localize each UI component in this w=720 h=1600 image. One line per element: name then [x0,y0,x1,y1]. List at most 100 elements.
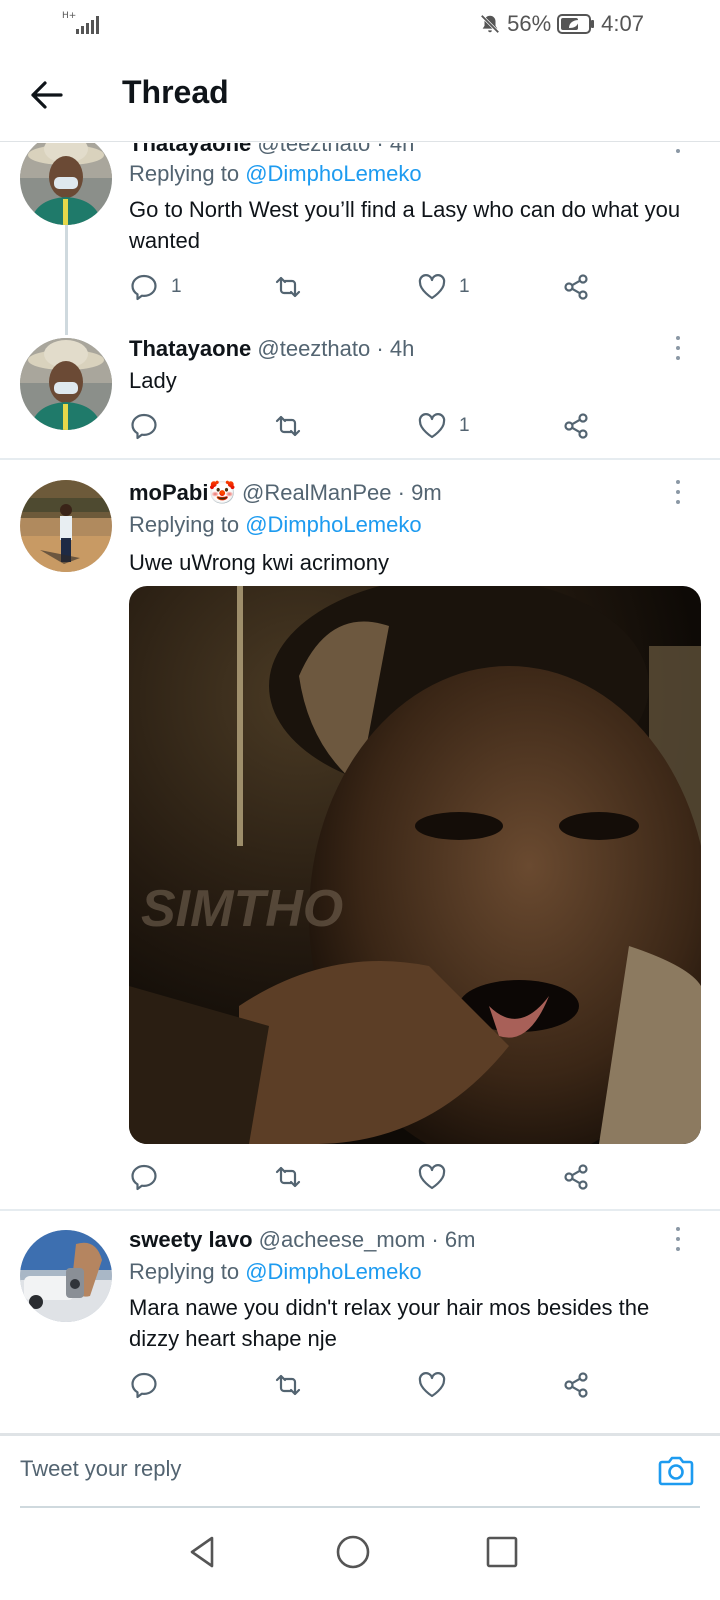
display-name[interactable]: Thatayaone [129,336,251,361]
status-bar: H+ 56% 4:07 [0,0,720,48]
more-options-icon[interactable] [672,143,684,153]
thread-header: Thread [0,48,720,142]
speech-bubble-icon [131,1372,157,1399]
reply-button[interactable]: 1 [129,270,182,304]
heart-icon [418,1164,446,1190]
reply-button[interactable] [129,1368,171,1402]
network-type: H+ [62,11,77,21]
share-icon [564,1164,588,1190]
more-options-icon[interactable] [672,336,684,360]
mention-link[interactable]: @DimphoLemeko [245,1259,421,1284]
display-name[interactable]: moPabi🤡 [129,480,236,505]
share-button[interactable] [561,409,591,443]
share-icon [564,413,588,439]
tweet-text: Lady [129,368,177,393]
reply-count: 1 [171,276,182,297]
display-name[interactable]: Thatayaone [129,143,251,156]
user-handle[interactable]: @acheese_mom [259,1227,426,1252]
page-title: Thread [122,74,229,110]
share-icon [564,1372,588,1398]
share-button[interactable] [561,270,591,304]
tweet-time: 4h [389,336,415,361]
avatar[interactable] [20,143,112,225]
mention-link[interactable]: @DimphoLemeko [245,161,421,186]
replying-to: Replying to @DimphoLemeko [129,512,422,538]
battery-percent: 56% [507,11,552,36]
tweet-header: Thatayaone @teezthato · 4h [129,143,414,157]
reply-composer: Tweet your reply [0,1433,720,1508]
thread-connector [65,225,68,335]
back-button[interactable] [28,76,66,114]
share-icon [564,274,588,300]
battery-icon [557,14,595,34]
reply-placeholder: Tweet your reply [20,1456,182,1481]
more-options-icon[interactable] [672,480,684,504]
reply-input[interactable]: Tweet your reply [20,1436,700,1508]
signal-strength-icon: H+ [62,12,102,36]
like-count: 1 [459,276,470,297]
display-name[interactable]: sweety lavo [129,1227,253,1252]
bell-off-icon [480,14,500,34]
separator-dot: · [376,336,384,361]
separator-dot: · [431,1227,439,1252]
more-options-icon[interactable] [672,1227,684,1251]
speech-bubble-icon [131,1164,157,1191]
tweet-media-image[interactable]: SIMTHO [129,586,701,1144]
thread-timeline[interactable]: Thatayaone @teezthato · 4h Replying to @… [0,143,720,1433]
avatar[interactable] [20,1230,112,1322]
heart-icon [418,274,446,300]
square-recents-icon [486,1536,518,1568]
triangle-back-icon [190,1536,214,1568]
tweet-time: 9m [411,480,442,505]
heart-icon [418,1372,446,1398]
nav-recents-button[interactable] [480,1530,524,1574]
share-button[interactable] [561,1160,591,1194]
user-handle[interactable]: @teezthato [257,336,370,361]
nav-home-button[interactable] [331,1530,375,1574]
avatar[interactable] [20,338,112,430]
like-count: 1 [459,415,470,436]
camera-icon[interactable] [656,1450,696,1490]
nav-back-button[interactable] [180,1530,224,1574]
status-right: 56% 4:07 [479,10,644,38]
reply-button[interactable] [129,1160,171,1194]
media-watermark: SIMTHO [141,880,343,938]
tweet-header: Thatayaone @teezthato · 4h [129,336,414,362]
tweet-header: sweety lavo @acheese_mom · 6m [129,1227,475,1253]
tweet-actions [129,1368,609,1402]
retweet-icon [275,276,301,298]
tweet-time: 4h [389,143,415,156]
tweet-divider [0,1209,720,1211]
avatar[interactable] [20,480,112,572]
like-button[interactable] [417,1368,459,1402]
reply-button[interactable] [129,409,171,443]
arrow-left-icon [31,81,63,109]
like-button[interactable] [417,1160,459,1194]
tweet-actions: 1 [129,409,609,443]
retweet-button[interactable] [273,1160,315,1194]
system-navigation-bar [0,1508,720,1600]
mention-link[interactable]: @DimphoLemeko [245,512,421,537]
speech-bubble-icon [131,413,157,440]
share-button[interactable] [561,1368,591,1402]
like-button[interactable]: 1 [417,409,470,443]
tweet-text: Mara nawe you didn't relax your hair mos… [129,1295,650,1351]
speech-bubble-icon [131,274,157,301]
heart-icon [418,413,446,439]
retweet-button[interactable] [273,409,315,443]
tweet-text: Uwe uWrong kwi acrimony [129,550,390,575]
retweet-button[interactable] [273,270,315,304]
retweet-icon [275,1374,301,1396]
like-button[interactable]: 1 [417,270,470,304]
replying-to-label: Replying to [129,1259,246,1284]
separator-dot: · [397,480,405,505]
replying-to-label: Replying to [129,161,246,186]
separator-dot: · [376,143,384,156]
replying-to: Replying to @DimphoLemeko [129,161,422,187]
tweet-actions [129,1160,609,1194]
user-handle[interactable]: @teezthato [257,143,370,156]
retweet-button[interactable] [273,1368,315,1402]
circle-home-icon [336,1535,370,1569]
user-handle[interactable]: @RealManPee [242,480,392,505]
clock: 4:07 [601,11,644,36]
